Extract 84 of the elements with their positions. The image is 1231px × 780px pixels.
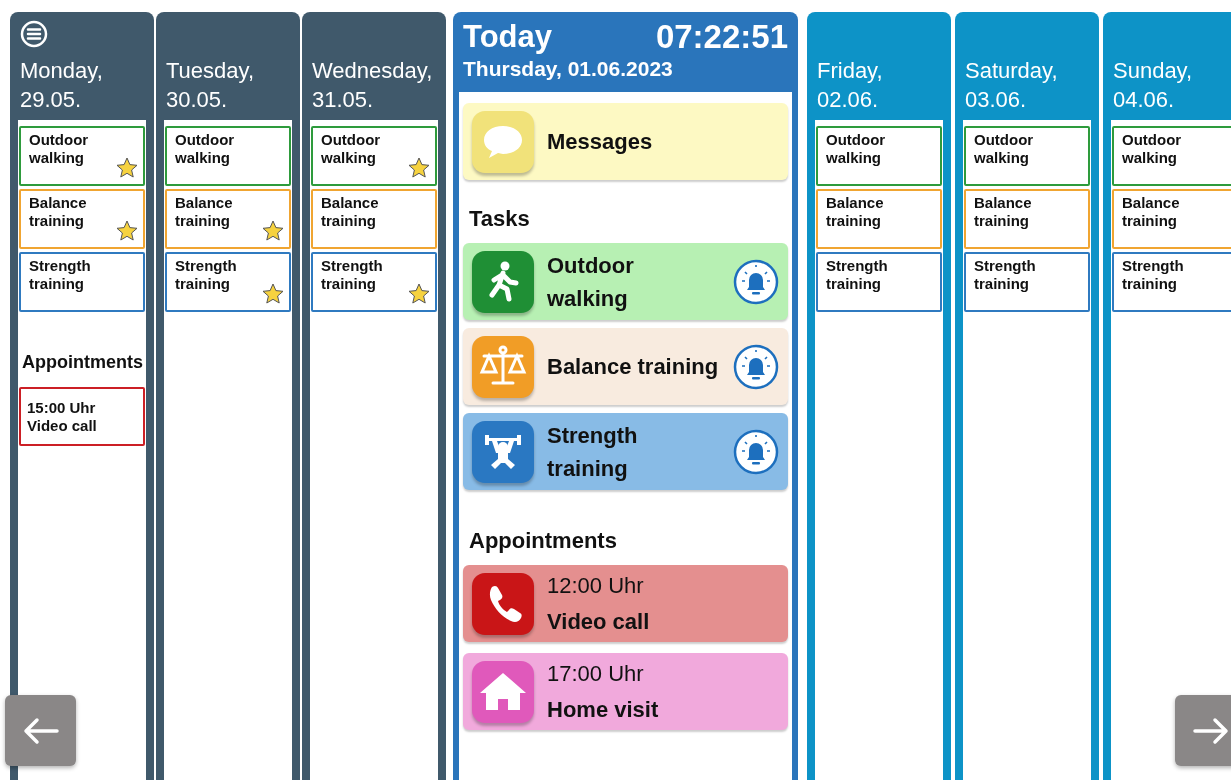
section-heading: Appointments: [22, 351, 144, 374]
task-card[interactable]: Outdoor walking: [1112, 126, 1231, 186]
task-card[interactable]: Strength training: [311, 252, 437, 312]
task-label: Strength training: [547, 421, 639, 483]
appointment-card[interactable]: 17:00 Uhr Home visit: [463, 653, 788, 730]
weightlifter-icon: [472, 420, 534, 483]
task-label: Outdoor walking: [175, 131, 236, 168]
task-label: Balance training: [826, 194, 885, 231]
day-name: Monday,: [20, 57, 104, 85]
task-card[interactable]: Balance training: [311, 189, 437, 249]
task-label: Strength training: [826, 257, 889, 294]
day-name: Sunday,: [1113, 57, 1194, 85]
task-card[interactable]: Balance training: [165, 189, 291, 249]
day-name: Tuesday,: [166, 57, 256, 85]
task-label: Balance training: [1122, 194, 1181, 231]
today-date: Thursday, 01.06.2023: [463, 56, 674, 82]
task-label: Balance training: [974, 194, 1033, 231]
menu-icon[interactable]: [20, 20, 48, 48]
appointment-card[interactable]: 15:00 Uhr Video call: [19, 387, 145, 446]
section-heading: Appointments: [469, 527, 618, 555]
task-label: Outdoor walking: [321, 131, 382, 168]
task-card[interactable]: Balance training: [463, 328, 788, 405]
walking-person-icon: [472, 250, 534, 313]
messages-card[interactable]: Messages: [463, 103, 788, 180]
section-heading: Tasks: [469, 205, 531, 233]
task-label: Outdoor walking: [974, 131, 1035, 168]
today-title: Today: [463, 18, 552, 56]
task-label: Balance training: [547, 353, 720, 381]
task-card[interactable]: Strength training: [463, 413, 788, 490]
task-card[interactable]: Outdoor walking: [964, 126, 1090, 186]
task-card[interactable]: Outdoor walking: [311, 126, 437, 186]
phone-icon: [472, 572, 534, 635]
messages-label: Messages: [547, 128, 654, 156]
appointment-title: Home visit: [547, 695, 660, 724]
task-label: Strength training: [175, 257, 238, 294]
day-name: Saturday,: [965, 57, 1059, 85]
appointment-time: 15:00 Uhr: [27, 399, 97, 417]
bell-icon[interactable]: [733, 428, 779, 475]
task-label: Outdoor walking: [826, 131, 887, 168]
forward-button[interactable]: [1175, 695, 1231, 766]
task-label: Outdoor walking: [29, 131, 90, 168]
arrow-right-icon: [1190, 715, 1231, 746]
day-date: 29.05.: [20, 86, 83, 114]
task-card[interactable]: Balance training: [19, 189, 145, 249]
day-date: 31.05.: [312, 86, 375, 114]
task-label: Strength training: [1122, 257, 1185, 294]
task-card[interactable]: Strength training: [165, 252, 291, 312]
task-label: Balance training: [175, 194, 234, 231]
task-card[interactable]: Balance training: [1112, 189, 1231, 249]
task-label: Strength training: [974, 257, 1037, 294]
task-card[interactable]: Strength training: [1112, 252, 1231, 312]
speech-bubble-icon: [472, 110, 534, 173]
task-card[interactable]: Outdoor walking: [816, 126, 942, 186]
task-label: Balance training: [321, 194, 380, 231]
scale-icon: [472, 335, 534, 398]
appointment-time: 17:00 Uhr: [547, 659, 645, 688]
day-name: Wednesday,: [312, 57, 434, 85]
task-card[interactable]: Strength training: [964, 252, 1090, 312]
day-name: Friday,: [817, 57, 884, 85]
task-label: Strength training: [321, 257, 384, 294]
task-label: Balance training: [29, 194, 88, 231]
task-label: Outdoor walking: [547, 251, 635, 313]
task-card[interactable]: Strength training: [19, 252, 145, 312]
clock: 07:22:51: [655, 18, 788, 56]
house-icon: [472, 660, 534, 723]
day-date: 30.05.: [166, 86, 229, 114]
task-card[interactable]: Outdoor walking: [463, 243, 788, 320]
task-card[interactable]: Outdoor walking: [165, 126, 291, 186]
task-card[interactable]: Balance training: [964, 189, 1090, 249]
task-card[interactable]: Strength training: [816, 252, 942, 312]
task-card[interactable]: Balance training: [816, 189, 942, 249]
day-date: 02.06.: [817, 86, 880, 114]
day-date: 04.06.: [1113, 86, 1176, 114]
bell-icon[interactable]: [733, 343, 779, 390]
day-date: 03.06.: [965, 86, 1028, 114]
task-label: Outdoor walking: [1122, 131, 1183, 168]
appointment-time: 12:00 Uhr: [547, 571, 645, 600]
bell-icon[interactable]: [733, 258, 779, 305]
appointment-card[interactable]: 12:00 Uhr Video call: [463, 565, 788, 642]
appointment-title: Video call: [547, 607, 651, 636]
appointment-title: Video call: [27, 417, 98, 435]
task-label: Strength training: [29, 257, 92, 294]
task-card[interactable]: Outdoor walking: [19, 126, 145, 186]
back-button[interactable]: [5, 695, 76, 766]
